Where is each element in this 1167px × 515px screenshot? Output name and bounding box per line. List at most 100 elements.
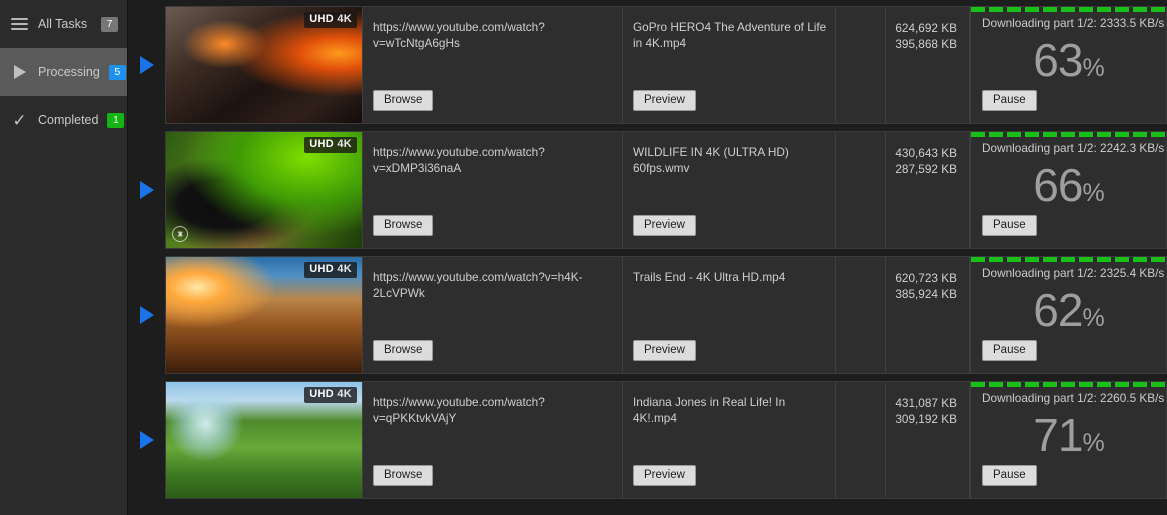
preview-button[interactable]: Preview [633,215,696,236]
sidebar-item-completed[interactable]: ✓ Completed 1 [0,96,127,144]
spacer-cell [835,257,885,373]
url-cell: https://www.youtube.com/watch?v=h4K-2LcV… [362,257,622,373]
pause-button[interactable]: Pause [982,90,1037,111]
quality-badge: UHD 4K [304,387,357,403]
progress-percent-value: 71 [1033,409,1083,461]
progress-panel: Downloading part 1/2: 2242.3 KB/s 66% Pa… [970,132,1166,248]
size-downloaded: 287,592 KB [895,162,957,176]
pause-button[interactable]: Pause [982,465,1037,486]
progress-panel: Downloading part 1/2: 2325.4 KB/s 62% Pa… [970,257,1166,373]
spacer-cell [835,382,885,498]
table-row: UHD 4K https://www.youtube.com/watch?v=q… [128,381,1167,499]
progress-percent: 62% [971,287,1166,333]
percent-symbol: % [1082,54,1104,82]
task-card: UHD 4K https://www.youtube.com/watch?v=x… [165,131,1167,249]
quality-badge-4k: 4K [337,263,352,275]
size-total: 620,723 KB [895,271,957,285]
sidebar-item-label: Processing [38,65,100,79]
quality-badge-4k: 4K [337,138,352,150]
size-cell: 620,723 KB 385,924 KB [885,257,969,373]
video-thumbnail[interactable]: UHD 4K [166,382,362,498]
size-total: 431,087 KB [895,396,957,410]
quality-badge: UHD 4K [304,12,357,28]
sidebar-badge-completed: 1 [107,112,125,128]
quality-badge-4k: 4K [337,388,352,400]
progress-bar [971,382,1166,387]
quality-badge-uhd: UHD [309,13,334,25]
sidebar-item-label: Completed [38,113,99,127]
table-row: UHD 4K https://www.youtube.com/watch?v=w… [128,6,1167,124]
task-card: UHD 4K https://www.youtube.com/watch?v=h… [165,256,1167,374]
progress-percent: 71% [971,412,1166,458]
spacer-cell [835,132,885,248]
table-row: UHD 4K https://www.youtube.com/watch?v=h… [128,256,1167,374]
browse-button[interactable]: Browse [373,340,434,361]
video-url: https://www.youtube.com/watch?v=wTcNtgA6… [373,20,545,50]
percent-symbol: % [1082,429,1104,457]
progress-panel: Downloading part 1/2: 2260.5 KB/s 71% Pa… [970,382,1166,498]
row-play-gutter[interactable] [128,131,165,249]
pause-button[interactable]: Pause [982,215,1037,236]
filename-cell: Indiana Jones in Real Life! In 4K!.mp4 P… [622,382,835,498]
pause-button[interactable]: Pause [982,340,1037,361]
preview-button[interactable]: Preview [633,90,696,111]
row-play-gutter[interactable] [128,6,165,124]
progress-cell: Downloading part 1/2: 2260.5 KB/s 71% Pa… [969,382,1166,498]
size-downloaded: 395,868 KB [895,37,957,51]
browse-button[interactable]: Browse [373,465,434,486]
size-cell: 431,087 KB 309,192 KB [885,382,969,498]
progress-percent-value: 63 [1033,34,1083,86]
output-filename: GoPro HERO4 The Adventure of Life in 4K.… [633,20,827,50]
size-cell: 430,643 KB 287,592 KB [885,132,969,248]
watermark-icon [172,226,188,242]
preview-button[interactable]: Preview [633,465,696,486]
video-url: https://www.youtube.com/watch?v=qPKKtvkV… [373,395,545,425]
download-status: Downloading part 1/2: 2242.3 KB/s [982,141,1165,155]
quality-badge-uhd: UHD [309,138,334,150]
progress-percent-value: 62 [1033,284,1083,336]
row-play-gutter[interactable] [128,381,165,499]
video-url: https://www.youtube.com/watch?v=h4K-2LcV… [373,270,583,300]
play-icon[interactable] [139,56,154,74]
play-icon[interactable] [139,181,154,199]
sidebar-badge-processing: 5 [108,64,126,80]
video-thumbnail[interactable]: UHD 4K [166,7,362,123]
task-card: UHD 4K https://www.youtube.com/watch?v=q… [165,381,1167,499]
video-thumbnail[interactable]: UHD 4K [166,132,362,248]
quality-badge-4k: 4K [337,13,352,25]
video-thumbnail[interactable]: UHD 4K [166,257,362,373]
browse-button[interactable]: Browse [373,90,434,111]
sidebar-item-all-tasks[interactable]: All Tasks 7 [0,0,127,48]
progress-panel: Downloading part 1/2: 2333.5 KB/s 63% Pa… [970,7,1166,123]
sidebar: All Tasks 7 Processing 5 ✓ Completed 1 [0,0,128,515]
progress-bar-fill [971,7,1166,12]
task-list: UHD 4K https://www.youtube.com/watch?v=w… [128,0,1167,515]
downloader-window: All Tasks 7 Processing 5 ✓ Completed 1 U… [0,0,1167,515]
progress-bar [971,257,1166,262]
percent-symbol: % [1082,179,1104,207]
row-play-gutter[interactable] [128,256,165,374]
filename-cell: Trails End - 4K Ultra HD.mp4 Preview [622,257,835,373]
progress-bar [971,7,1166,12]
download-status: Downloading part 1/2: 2260.5 KB/s [982,391,1165,405]
play-icon[interactable] [139,306,154,324]
browse-button[interactable]: Browse [373,215,434,236]
quality-badge-uhd: UHD [309,388,334,400]
progress-bar-fill [971,382,1166,387]
output-filename: Trails End - 4K Ultra HD.mp4 [633,270,786,284]
task-card: UHD 4K https://www.youtube.com/watch?v=w… [165,6,1167,124]
progress-cell: Downloading part 1/2: 2333.5 KB/s 63% Pa… [969,7,1166,123]
sidebar-item-processing[interactable]: Processing 5 [0,48,127,96]
hamburger-icon [10,18,29,30]
quality-badge-uhd: UHD [309,263,334,275]
sidebar-item-label: All Tasks [38,17,88,31]
preview-button[interactable]: Preview [633,340,696,361]
progress-percent: 63% [971,37,1166,83]
video-url: https://www.youtube.com/watch?v=xDMP3i36… [373,145,545,175]
size-downloaded: 385,924 KB [895,287,957,301]
play-icon[interactable] [139,431,154,449]
spacer-cell [835,7,885,123]
url-cell: https://www.youtube.com/watch?v=xDMP3i36… [362,132,622,248]
check-icon: ✓ [12,110,27,130]
progress-bar-fill [971,257,1166,262]
